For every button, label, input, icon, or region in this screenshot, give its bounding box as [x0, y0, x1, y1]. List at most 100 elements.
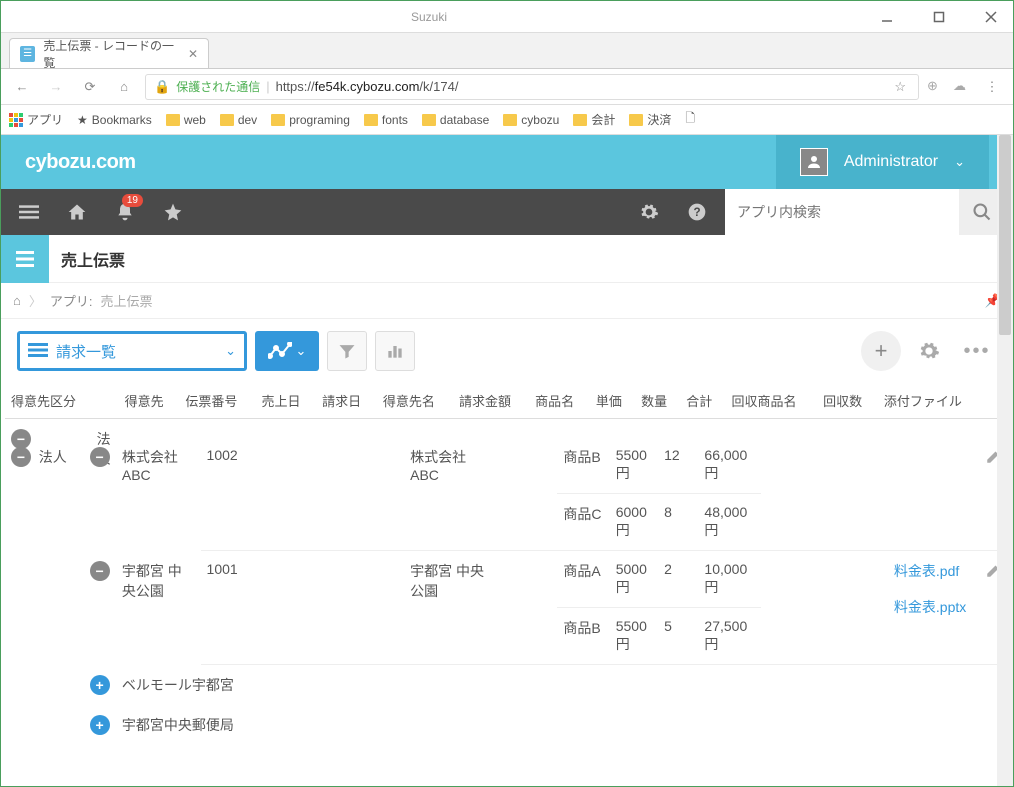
bookmarks-bar: アプリ ★ Bookmarks web dev programing fonts… — [1, 105, 1013, 135]
folder-icon — [573, 114, 587, 126]
chart-button[interactable] — [375, 331, 415, 371]
cell-customer: 宇都宮 中央公園 — [116, 551, 201, 665]
graph-button[interactable]: ⌄ — [255, 331, 319, 371]
tab-close-icon[interactable]: ✕ — [188, 47, 198, 61]
scrollbar-thumb[interactable] — [999, 135, 1011, 335]
cell-qty: 2 — [658, 551, 698, 608]
col-sales-date[interactable]: 売上日 — [255, 383, 316, 419]
logo[interactable]: cybozu.com — [25, 151, 136, 174]
table-row[interactable]: − 宇都宮 中央公園 1001 宇都宮 中央公園 商品A 5000円 2 10,… — [5, 551, 1009, 608]
url-box[interactable]: 🔒 保護された通信 | https://fe54k.cybozu.com/k/1… — [145, 74, 919, 100]
browser-tab[interactable]: ☰ 売上伝票 - レコードの一覧 ✕ — [9, 38, 209, 68]
col-qty[interactable]: 数量 — [635, 383, 680, 419]
collapse-icon[interactable]: − — [11, 429, 31, 449]
breadcrumb-home-icon[interactable]: ⌂ — [13, 293, 21, 308]
table-row[interactable]: + ベルモール宇都宮 — [5, 665, 1009, 706]
attachment-link[interactable]: 料金表.pdf — [894, 563, 959, 579]
view-select[interactable]: 請求一覧 ⌄ — [17, 331, 247, 371]
chevron-down-icon: ⌄ — [296, 343, 307, 359]
close-button[interactable] — [977, 3, 1005, 31]
back-button[interactable]: ← — [9, 74, 35, 100]
col-billing-amount[interactable]: 請求金額 — [453, 383, 529, 419]
col-collect-qty[interactable]: 回収数 — [817, 383, 878, 419]
extension-icon-2[interactable]: ☁ — [953, 78, 971, 96]
favorite-icon[interactable] — [153, 192, 193, 232]
col-billing-date[interactable]: 請求日 — [316, 383, 377, 419]
gear-icon[interactable] — [629, 192, 669, 232]
cell-unit-price: 5500円 — [610, 608, 658, 665]
star-icon: ★ — [77, 113, 88, 127]
col-collect-product[interactable]: 回収商品名 — [726, 383, 818, 419]
bookmark-folder[interactable]: database — [422, 113, 489, 127]
cybozu-header: cybozu.com Administrator ⌄ — [1, 135, 1013, 189]
filter-button[interactable] — [327, 331, 367, 371]
cell-product: 商品B — [557, 608, 609, 665]
menu-icon[interactable] — [9, 192, 49, 232]
bookmark-page[interactable]: 🗋 — [685, 109, 695, 130]
expand-icon[interactable]: + — [90, 675, 110, 695]
maximize-button[interactable] — [925, 3, 953, 31]
cell-customer: 宇都宮中央郵便局 — [116, 705, 1009, 745]
extension-icon-1[interactable]: ⊕ — [927, 78, 945, 96]
more-button[interactable]: ••• — [957, 331, 997, 371]
bookmarks-shortcut[interactable]: ★ Bookmarks — [77, 113, 152, 127]
reload-button[interactable]: ⟳ — [77, 74, 103, 100]
menu-button[interactable]: ⋮ — [979, 74, 1005, 100]
col-category[interactable]: 得意先区分 — [5, 383, 97, 419]
cell-qty: 5 — [658, 608, 698, 665]
chevron-down-icon: ⌄ — [954, 154, 965, 170]
collapse-icon[interactable]: − — [90, 561, 110, 581]
expand-icon[interactable]: + — [90, 715, 110, 735]
collapse-icon[interactable]: − — [11, 447, 31, 467]
search-input[interactable] — [725, 204, 959, 220]
add-record-button[interactable]: + — [861, 331, 901, 371]
cell-customer-name: 宇都宮 中央公園 — [404, 551, 497, 665]
window-titlebar: Suzuki — [1, 1, 1013, 33]
admin-dropdown[interactable]: Administrator ⌄ — [776, 135, 989, 189]
apps-shortcut[interactable]: アプリ — [9, 111, 63, 128]
help-icon[interactable]: ? — [677, 192, 717, 232]
folder-icon — [503, 114, 517, 126]
address-bar: ← → ⟳ ⌂ 🔒 保護された通信 | https://fe54k.cybozu… — [1, 69, 1013, 105]
col-customer-name[interactable]: 得意先名 — [377, 383, 453, 419]
col-attachment[interactable]: 添付ファイル — [878, 383, 985, 419]
col-product[interactable]: 商品名 — [529, 383, 590, 419]
collapse-icon[interactable]: − — [90, 447, 110, 467]
bookmark-folder[interactable]: programing — [271, 113, 350, 127]
bookmark-star-icon[interactable]: ☆ — [890, 79, 910, 95]
cell-customer: 株式会社ABC — [116, 437, 201, 551]
tab-title: 売上伝票 - レコードの一覧 — [43, 37, 180, 71]
minimize-button[interactable] — [873, 3, 901, 31]
table-row[interactable]: + 宇都宮中央郵便局 — [5, 705, 1009, 745]
svg-text:?: ? — [693, 206, 700, 219]
settings-button[interactable] — [909, 331, 949, 371]
col-slip-no[interactable]: 伝票番号 — [179, 383, 255, 419]
col-total[interactable]: 合計 — [680, 383, 725, 419]
folder-icon — [220, 114, 234, 126]
bookmark-folder[interactable]: dev — [220, 113, 257, 127]
table-row[interactable]: − 法人 − 株式会社ABC 1002 株式会社ABC 商品B 5500円 12… — [5, 437, 1009, 494]
col-unit-price[interactable]: 単価 — [590, 383, 635, 419]
home-button[interactable]: ⌂ — [111, 74, 137, 100]
view-name: 請求一覧 — [56, 341, 116, 362]
col-customer[interactable]: 得意先 — [119, 383, 180, 419]
app-icon — [1, 235, 49, 283]
cell-customer-name: 株式会社ABC — [404, 437, 497, 551]
bookmark-folder[interactable]: 会計 — [573, 111, 615, 128]
chevron-right-icon: 〉 — [29, 291, 42, 310]
home-icon[interactable] — [57, 192, 97, 232]
content-area: 得意先区分 得意先 伝票番号 売上日 請求日 得意先名 請求金額 商品名 単価 … — [1, 383, 1013, 786]
bookmark-folder[interactable]: web — [166, 113, 206, 127]
forward-button[interactable]: → — [43, 74, 69, 100]
search-box — [725, 189, 1005, 235]
apps-icon — [9, 113, 23, 127]
notification-icon[interactable]: 19 — [105, 192, 145, 232]
bookmark-folder[interactable]: cybozu — [503, 113, 559, 127]
attachment-link[interactable]: 料金表.pptx — [894, 599, 966, 615]
bookmark-folder[interactable]: 決済 — [629, 111, 671, 128]
lock-icon: 🔒 — [154, 79, 170, 95]
bookmark-folder[interactable]: fonts — [364, 113, 408, 127]
vertical-scrollbar[interactable] — [997, 135, 1013, 786]
view-toolbar: 請求一覧 ⌄ ⌄ + ••• — [1, 319, 1013, 383]
cell-total: 10,000円 — [698, 551, 760, 608]
